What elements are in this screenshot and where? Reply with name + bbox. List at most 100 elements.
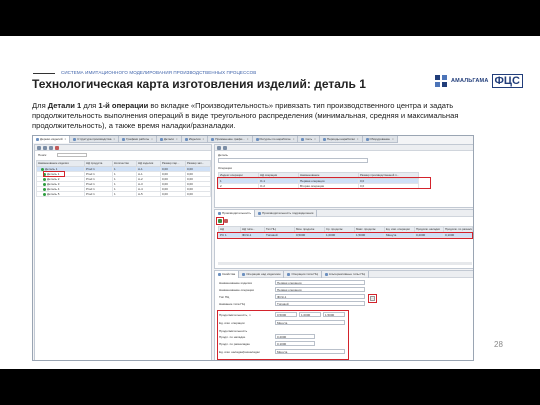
cell-text: Prod 1 (86, 167, 95, 171)
editor-tab[interactable]: Оборудование × (363, 136, 398, 143)
tab-label: Ресурсы по наработке (259, 137, 291, 141)
slide-title: Технологическая карта изготовления издел… (32, 77, 366, 91)
productivity-tabstrip: Производительность Производительность под… (215, 210, 473, 217)
close-icon[interactable]: × (151, 136, 153, 143)
properties-tab[interactable]: Свойства (215, 271, 240, 278)
kicker-text: СИСТЕМА ИМИТАЦИОННОГО МОДЕЛИРОВАНИЯ ПРОИ… (61, 70, 257, 75)
cell-text: Prod 1 (86, 172, 95, 176)
editor-tab[interactable]: Графики работы × (119, 136, 157, 143)
cell-text: Prod 1 (86, 177, 95, 181)
cell-text: 0,00 (187, 167, 193, 171)
table-cell: 0,00 (160, 191, 186, 197)
toolbar-delete-icon[interactable] (55, 146, 59, 150)
tab-icon (365, 138, 369, 141)
cell-text: А-1 (138, 167, 143, 171)
properties-pane: Свойства Операции над изделием Операции ти… (214, 270, 473, 360)
check-icon (43, 182, 46, 186)
properties-tab[interactable]: Операции типа ПЦ (284, 271, 322, 278)
close-icon[interactable]: × (176, 136, 178, 143)
tab-icon (218, 212, 221, 215)
cell-text: 0,00 (187, 187, 193, 191)
editor-tab[interactable]: Ресурсы по наработке × (253, 136, 299, 143)
editor-tab[interactable]: Периоды наработки × (320, 136, 363, 143)
productivity-scrollbar[interactable] (218, 262, 472, 265)
property-field[interactable]: Первая операция (275, 287, 365, 292)
property-label: Название типа ПЦ (219, 302, 245, 306)
product-tree-pane: Поиск Наименование изделия НД продукта Кол… (34, 144, 212, 360)
editor-tab[interactable]: Сеть × (298, 136, 320, 143)
cell-text: 0,00 (162, 167, 168, 171)
tab-icon (322, 138, 326, 141)
tab-label: Оборудование (369, 137, 390, 141)
cell-text: А-5 (138, 192, 143, 196)
cell-text: А-3 (138, 182, 143, 186)
tab-icon (122, 138, 126, 141)
tab-icon (184, 138, 188, 141)
highlight-add-button (216, 217, 224, 225)
tab-label: Изделия (188, 137, 201, 141)
table-cell: Prod 1 (84, 191, 113, 197)
editor-tab[interactable]: Структура производства × (70, 136, 120, 143)
tab-icon (36, 138, 39, 141)
editor-tab[interactable]: Дерево изделий × (33, 136, 71, 143)
logo-brand-text: АМАЛЬГАМА (451, 78, 489, 84)
company-logo: АМАЛЬГАМА ФЦС (434, 72, 523, 90)
property-label: Наименование изделия (219, 281, 252, 285)
table-cell: Деталь 5 (36, 191, 85, 197)
ops-toolbar (215, 145, 473, 151)
properties-tab[interactable]: Операции над изделием (239, 271, 285, 278)
cell-text: А-1 (138, 172, 143, 176)
cell-text: 0,00 (187, 177, 193, 181)
detail-label: Деталь (218, 153, 228, 157)
close-icon[interactable]: × (293, 136, 295, 143)
cell-text: 1 (114, 172, 116, 176)
product-tree-table: Наименование изделия НД продукта Количеств… (36, 160, 211, 197)
highlight-operations-table (217, 177, 431, 189)
table-row[interactable]: Деталь 5 Prod 1 1 А-5 0,00 0,00 (36, 191, 211, 197)
cell-text: А-4 (138, 187, 143, 191)
close-icon[interactable]: × (203, 136, 205, 143)
tab-label: Графики работы (126, 137, 150, 141)
ops-new-icon[interactable] (217, 146, 221, 150)
close-icon[interactable]: × (314, 136, 316, 143)
amalgama-logo-mark-icon (435, 75, 447, 87)
kicker-rule (33, 73, 55, 74)
cell-text: 1 (114, 182, 116, 186)
productivity-delete-icon[interactable] (224, 219, 228, 223)
cell-text: 0,00 (187, 172, 193, 176)
detail-field[interactable] (218, 158, 368, 163)
editor-tab[interactable]: Детали × (157, 136, 182, 143)
close-icon[interactable]: × (113, 136, 115, 143)
tab-label: Операции над изделием (246, 272, 281, 276)
properties-tab[interactable]: Альтернативные типы ПЦ (322, 271, 369, 278)
toolbar-refresh-icon[interactable] (49, 146, 53, 150)
ops-save-icon[interactable] (223, 146, 227, 150)
highlight-detail-1 (43, 171, 65, 177)
productivity-tab[interactable]: Производительность (215, 210, 256, 217)
search-label: Поиск (38, 153, 47, 157)
tab-icon (218, 273, 221, 276)
search-input[interactable] (57, 153, 87, 157)
property-field[interactable]: Типовой (275, 301, 365, 306)
highlight-duration-fields (217, 310, 349, 360)
editor-tab[interactable]: Применение графи... × (208, 136, 253, 143)
close-icon[interactable]: × (357, 136, 359, 143)
check-icon (43, 192, 46, 196)
property-field[interactable]: ФСЭ-1 (275, 294, 365, 299)
close-icon[interactable]: × (65, 136, 67, 143)
cell-text: Деталь 5 (47, 192, 60, 196)
property-field[interactable]: Первая операция (275, 280, 365, 285)
toolbar-new-icon[interactable] (37, 146, 41, 150)
close-icon[interactable]: × (247, 136, 249, 143)
productivity-tab[interactable]: Производительность подразделения (255, 210, 318, 217)
tab-label: Применение графи... (215, 137, 245, 141)
tab-label: Структура производства (77, 137, 112, 141)
highlight-type-pc-button (368, 294, 377, 303)
tab-label: Производительность подразделения (262, 211, 314, 215)
table-cell: А-5 (136, 191, 161, 197)
close-icon[interactable]: × (392, 136, 394, 143)
tab-label: Свойства (222, 272, 236, 276)
toolbar-save-icon[interactable] (43, 146, 47, 150)
top-letterbox (0, 0, 540, 36)
editor-tab[interactable]: Изделия × (182, 136, 209, 143)
